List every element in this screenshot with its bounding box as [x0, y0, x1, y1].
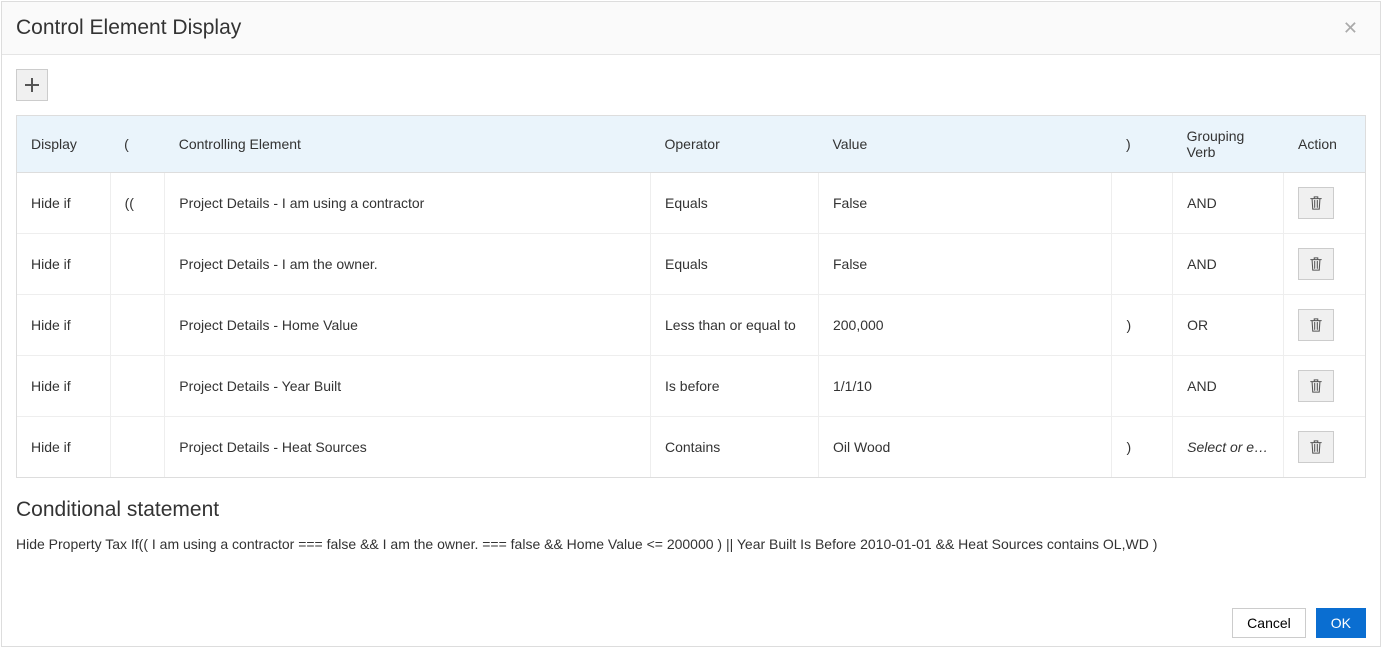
cell-controlling-element[interactable]: Project Details - Heat Sources [165, 417, 651, 478]
cell-action [1284, 234, 1365, 295]
column-header-controlling-element[interactable]: Controlling Element [165, 116, 651, 173]
cell-paren-open[interactable] [110, 295, 165, 356]
column-header-paren-close[interactable]: ) [1112, 116, 1173, 173]
table-row[interactable]: Hide if((Project Details - I am using a … [17, 173, 1365, 234]
trash-icon [1309, 257, 1323, 271]
cell-display[interactable]: Hide if [17, 356, 110, 417]
cell-grouping-verb[interactable]: AND [1173, 173, 1284, 234]
column-header-value[interactable]: Value [818, 116, 1111, 173]
cell-controlling-element[interactable]: Project Details - I am using a contracto… [165, 173, 651, 234]
cell-operator[interactable]: Contains [651, 417, 819, 478]
cell-action [1284, 356, 1365, 417]
control-element-display-dialog: Control Element Display ✕ Display ( [1, 1, 1381, 647]
column-header-operator[interactable]: Operator [651, 116, 819, 173]
trash-icon [1309, 379, 1323, 393]
cell-action [1284, 417, 1365, 478]
rules-table: Display ( Controlling Element Operator V… [17, 116, 1365, 477]
cell-paren-open[interactable] [110, 356, 165, 417]
delete-row-button[interactable] [1298, 248, 1334, 280]
add-rule-button[interactable] [16, 69, 48, 101]
cell-grouping-verb[interactable]: AND [1173, 234, 1284, 295]
cell-grouping-verb[interactable]: AND [1173, 356, 1284, 417]
cell-value[interactable]: Oil Wood [818, 417, 1111, 478]
conditional-statement-title: Conditional statement [16, 498, 1366, 522]
delete-row-button[interactable] [1298, 370, 1334, 402]
cell-display[interactable]: Hide if [17, 295, 110, 356]
plus-icon [25, 78, 39, 92]
cell-grouping-verb[interactable]: Select or e… [1173, 417, 1284, 478]
cell-value[interactable]: False [818, 234, 1111, 295]
cell-paren-open[interactable]: (( [110, 173, 165, 234]
dialog-title: Control Element Display [16, 16, 241, 40]
cell-operator[interactable]: Equals [651, 234, 819, 295]
cell-action [1284, 295, 1365, 356]
cell-paren-close[interactable]: ) [1112, 417, 1173, 478]
delete-row-button[interactable] [1298, 309, 1334, 341]
cell-value[interactable]: 1/1/10 [818, 356, 1111, 417]
cell-value[interactable]: 200,000 [818, 295, 1111, 356]
dialog-footer: Cancel OK [16, 608, 1366, 638]
close-icon: ✕ [1343, 18, 1358, 38]
rules-table-container: Display ( Controlling Element Operator V… [16, 115, 1366, 478]
cell-operator[interactable]: Equals [651, 173, 819, 234]
table-row[interactable]: Hide if Project Details - I am the owner.… [17, 234, 1365, 295]
cell-grouping-verb[interactable]: OR [1173, 295, 1284, 356]
cell-display[interactable]: Hide if [17, 173, 110, 234]
cell-paren-close[interactable] [1112, 234, 1173, 295]
cell-action [1284, 173, 1365, 234]
table-row[interactable]: Hide if Project Details - Heat SourcesCon… [17, 417, 1365, 478]
column-header-paren-open[interactable]: ( [110, 116, 165, 173]
trash-icon [1309, 318, 1323, 332]
cancel-button[interactable]: Cancel [1232, 608, 1306, 638]
conditional-statement-text: Hide Property Tax If(( I am using a cont… [16, 536, 1366, 552]
cell-paren-open[interactable] [110, 417, 165, 478]
cell-paren-close[interactable] [1112, 356, 1173, 417]
trash-icon [1309, 196, 1323, 210]
close-button[interactable]: ✕ [1339, 18, 1362, 39]
cell-paren-close[interactable] [1112, 173, 1173, 234]
dialog-body: Display ( Controlling Element Operator V… [2, 55, 1380, 652]
cell-operator[interactable]: Is before [651, 356, 819, 417]
cell-display[interactable]: Hide if [17, 417, 110, 478]
cell-controlling-element[interactable]: Project Details - Home Value [165, 295, 651, 356]
cell-paren-open[interactable] [110, 234, 165, 295]
cell-display[interactable]: Hide if [17, 234, 110, 295]
delete-row-button[interactable] [1298, 187, 1334, 219]
table-header-row: Display ( Controlling Element Operator V… [17, 116, 1365, 173]
cell-controlling-element[interactable]: Project Details - Year Built [165, 356, 651, 417]
cell-controlling-element[interactable]: Project Details - I am the owner. [165, 234, 651, 295]
table-row[interactable]: Hide if Project Details - Year BuiltIs be… [17, 356, 1365, 417]
column-header-action[interactable]: Action [1284, 116, 1365, 173]
cell-paren-close[interactable]: ) [1112, 295, 1173, 356]
column-header-display[interactable]: Display [17, 116, 110, 173]
ok-button[interactable]: OK [1316, 608, 1366, 638]
dialog-header: Control Element Display ✕ [2, 2, 1380, 55]
cell-operator[interactable]: Less than or equal to [651, 295, 819, 356]
cell-value[interactable]: False [818, 173, 1111, 234]
trash-icon [1309, 440, 1323, 454]
table-row[interactable]: Hide if Project Details - Home ValueLess … [17, 295, 1365, 356]
delete-row-button[interactable] [1298, 431, 1334, 463]
column-header-grouping-verb[interactable]: Grouping Verb [1173, 116, 1284, 173]
